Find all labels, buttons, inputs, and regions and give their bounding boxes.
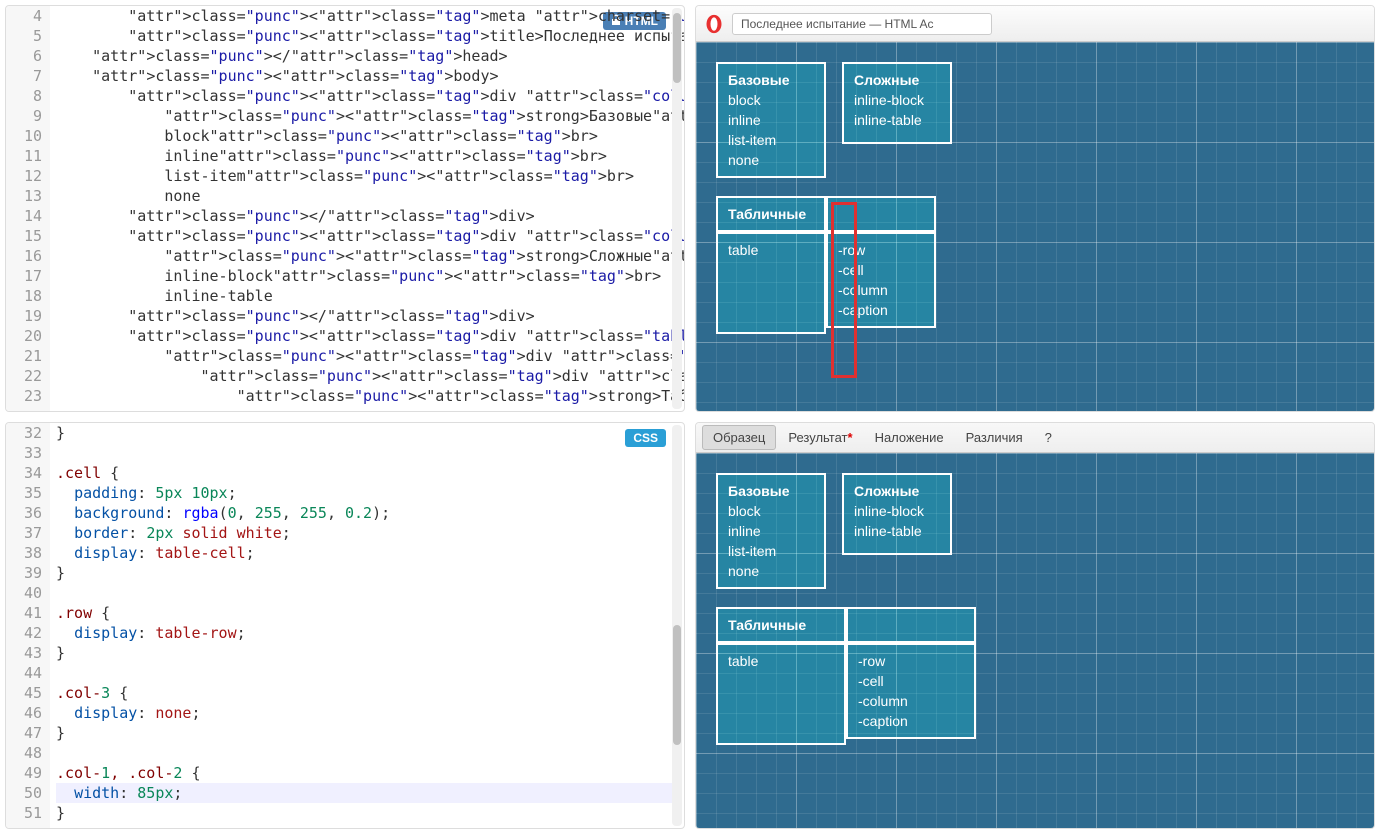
css-scrollbar[interactable] xyxy=(672,425,682,826)
tab-sample[interactable]: Образец xyxy=(702,425,776,450)
tab-overlay[interactable]: Наложение xyxy=(865,426,954,449)
html-editor[interactable]: 4567891011121314151617181920212223 "attr… xyxy=(6,6,684,411)
diff-highlight xyxy=(831,202,857,378)
preview-result-panel: Образец Результат* Наложение Различия ? … xyxy=(695,422,1375,829)
html-gutter: 4567891011121314151617181920212223 xyxy=(6,6,50,411)
css-gutter: 3233343536373839404142434445464748495051 xyxy=(6,423,50,828)
browser-bar: Последнее испытание — HTML Ac xyxy=(696,6,1374,42)
html-scrollbar[interactable] xyxy=(672,8,682,409)
html-editor-panel: HTML 4567891011121314151617181920212223 … xyxy=(5,5,685,412)
basic-box: Базовые block inline list-item none xyxy=(716,473,826,589)
complex-box: Сложные inline-block inline-table xyxy=(842,62,952,144)
tabs-bar: Образец Результат* Наложение Различия ? xyxy=(696,423,1374,453)
css-code[interactable]: }.cell { padding: 5px 10px; background: … xyxy=(50,423,684,828)
opera-icon xyxy=(704,14,724,34)
html-code[interactable]: "attr">class="punc"><"attr">class="tag">… xyxy=(50,6,684,411)
preview-sample-panel: Последнее испытание — HTML Ac Базовые bl… xyxy=(695,5,1375,412)
basic-box: Базовые block inline list-item none xyxy=(716,62,826,178)
tab-help[interactable]: ? xyxy=(1035,426,1062,449)
complex-box: Сложные inline-block inline-table xyxy=(842,473,952,555)
changed-indicator-icon: * xyxy=(848,430,853,445)
css-editor[interactable]: 3233343536373839404142434445464748495051… xyxy=(6,423,684,828)
css-editor-panel: CSS 323334353637383940414243444546474849… xyxy=(5,422,685,829)
table-box: Табличные table -row -cell -column -capt… xyxy=(716,607,1354,745)
tab-result[interactable]: Результат* xyxy=(778,426,862,449)
render-area-top: Базовые block inline list-item none Слож… xyxy=(696,42,1374,411)
tab-diff[interactable]: Различия xyxy=(956,426,1033,449)
table-box: Табличные table -row -cell -column -capt… xyxy=(716,196,1354,334)
address-bar[interactable]: Последнее испытание — HTML Ac xyxy=(732,13,992,35)
render-area-bottom: Базовые block inline list-item none Слож… xyxy=(696,453,1374,828)
